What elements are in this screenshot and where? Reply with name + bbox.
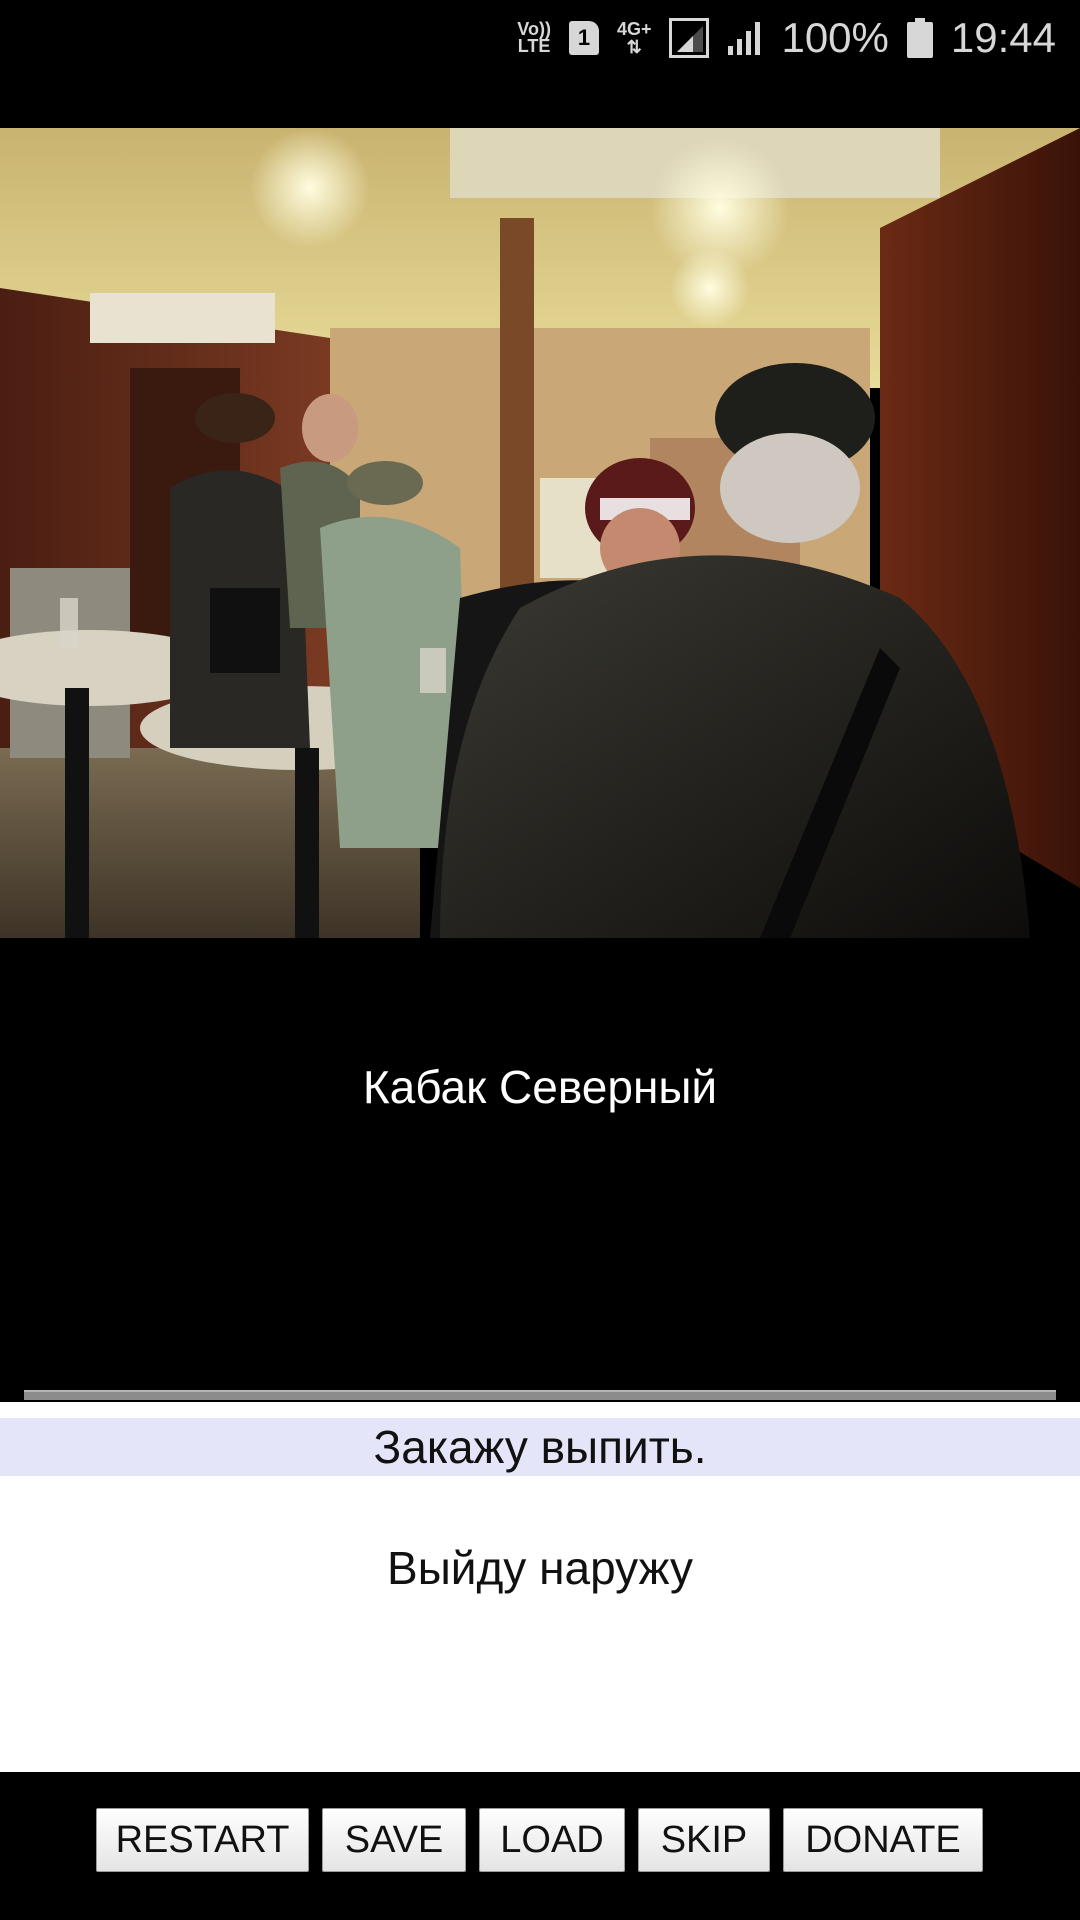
status-icons: Vo)) LTE 1 4G+ ⇅ 100% 19:44 xyxy=(517,0,1056,76)
choice-list: Закажу выпить. Выйду наружу xyxy=(0,1402,1080,1772)
signal-sim2-icon xyxy=(728,22,761,55)
choice-go-outside[interactable]: Выйду наружу xyxy=(0,1538,1080,1598)
status-bar: Vo)) LTE 1 4G+ ⇅ 100% 19:44 xyxy=(0,0,1080,76)
volte-bottom-label: LTE xyxy=(517,36,551,56)
bottom-button-bar: RESTART SAVE LOAD SKIP DONATE xyxy=(0,1772,1080,1920)
app-screen: Vo)) LTE 1 4G+ ⇅ 100% 19:44 Кабак Северн… xyxy=(0,0,1080,1920)
skip-button[interactable]: SKIP xyxy=(638,1808,770,1872)
battery-percent: 100% xyxy=(781,14,889,61)
battery-icon xyxy=(906,18,933,58)
save-button[interactable]: SAVE xyxy=(322,1808,466,1872)
choice-order-drink[interactable]: Закажу выпить. xyxy=(0,1418,1080,1476)
signal-sim1-icon xyxy=(669,18,710,58)
sim-slot-number: 1 xyxy=(577,25,591,50)
location-title: Кабак Северный xyxy=(362,1061,718,1113)
donate-button[interactable]: DONATE xyxy=(783,1808,983,1872)
story-divider xyxy=(24,1390,1056,1400)
sim-card-icon: 1 xyxy=(568,21,599,55)
volte-icon: Vo)) LTE xyxy=(517,20,551,56)
scene-image xyxy=(0,128,1080,938)
network-type-icon: 4G+ ⇅ xyxy=(617,20,652,56)
restart-button[interactable]: RESTART xyxy=(96,1808,309,1872)
network-arrows: ⇅ xyxy=(626,37,642,57)
clock: 19:44 xyxy=(950,14,1056,61)
network-type-label: 4G+ xyxy=(616,19,652,39)
scene-photo-bar-interior xyxy=(0,128,1080,938)
load-button[interactable]: LOAD xyxy=(479,1808,625,1872)
